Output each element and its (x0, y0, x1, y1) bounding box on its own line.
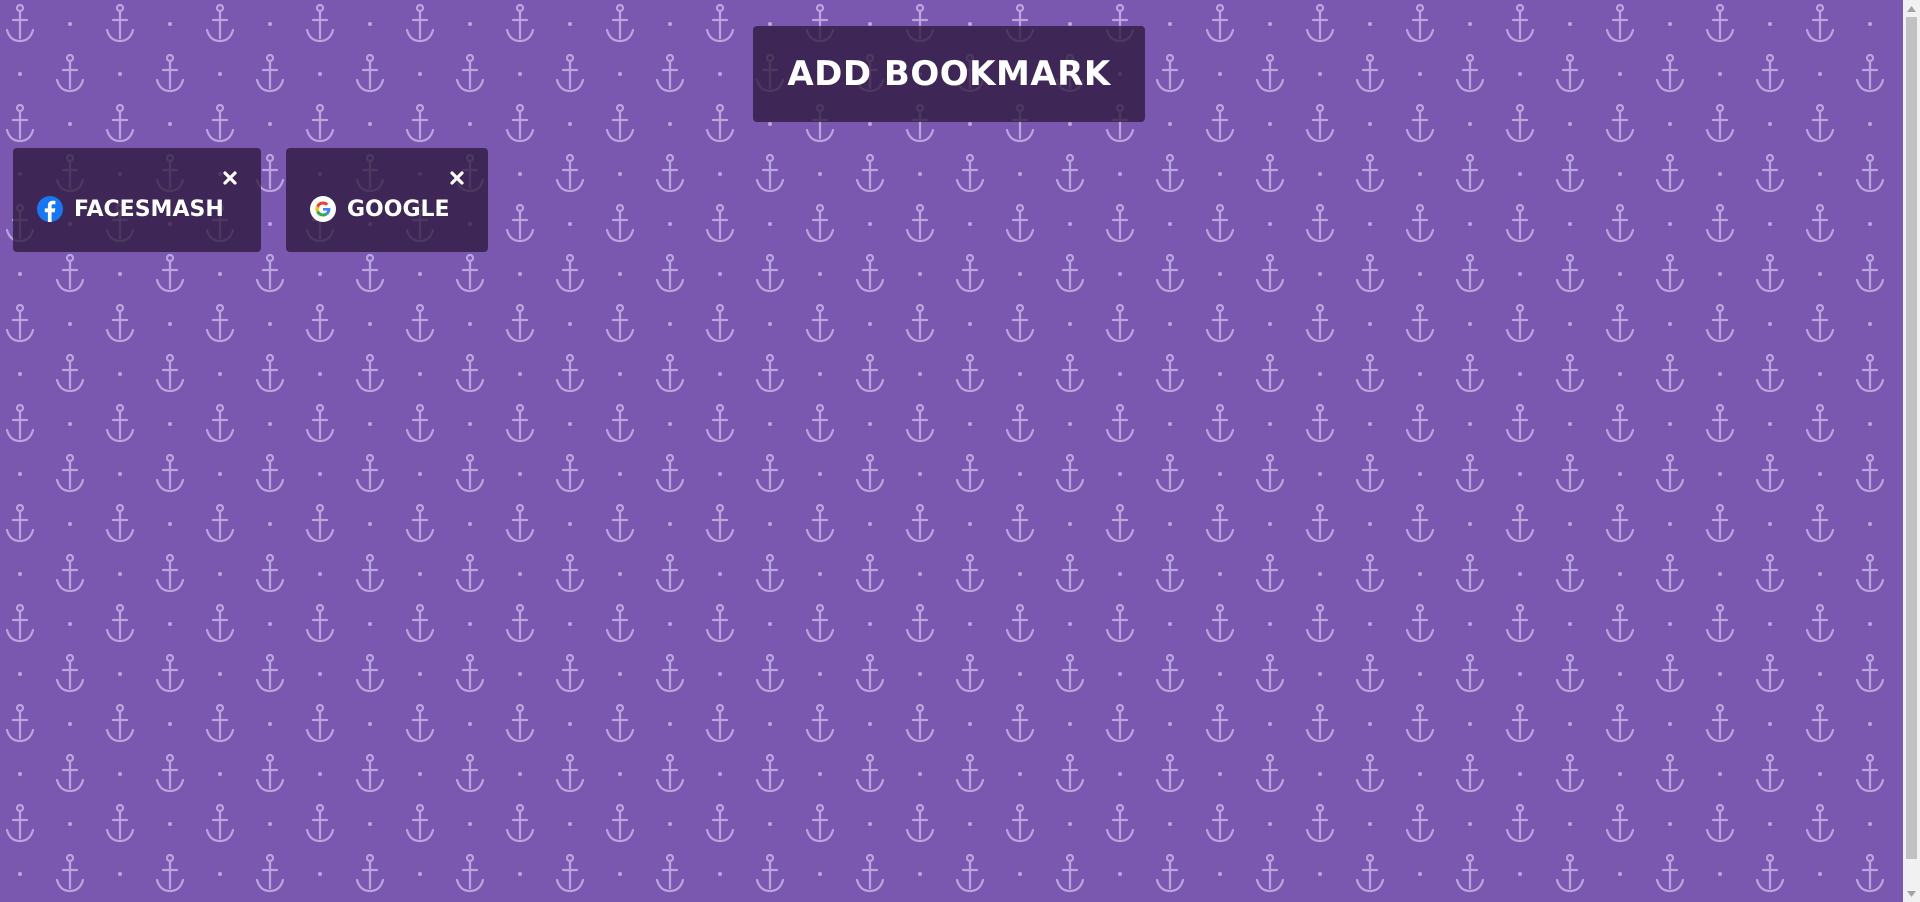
vertical-scrollbar[interactable] (1903, 0, 1920, 902)
google-icon (310, 196, 336, 222)
close-icon[interactable] (447, 168, 467, 188)
close-icon[interactable] (220, 168, 240, 188)
scrollbar-thumb[interactable] (1906, 17, 1917, 859)
bookmark-card-google[interactable]: GOOGLE (286, 148, 488, 252)
bookmark-label: FACESMASH (74, 196, 224, 222)
add-bookmark-button[interactable]: ADD BOOKMARK (753, 26, 1145, 122)
scroll-up-arrow-icon[interactable] (1903, 0, 1920, 17)
add-bookmark-label: ADD BOOKMARK (787, 54, 1111, 94)
bookmark-card-facesmash[interactable]: FACESMASH (13, 148, 261, 252)
facebook-icon (37, 196, 63, 222)
bookmark-list: FACESMASH GOOGLE (13, 148, 488, 252)
bookmark-label: GOOGLE (347, 196, 450, 222)
scroll-down-arrow-icon[interactable] (1903, 885, 1920, 902)
